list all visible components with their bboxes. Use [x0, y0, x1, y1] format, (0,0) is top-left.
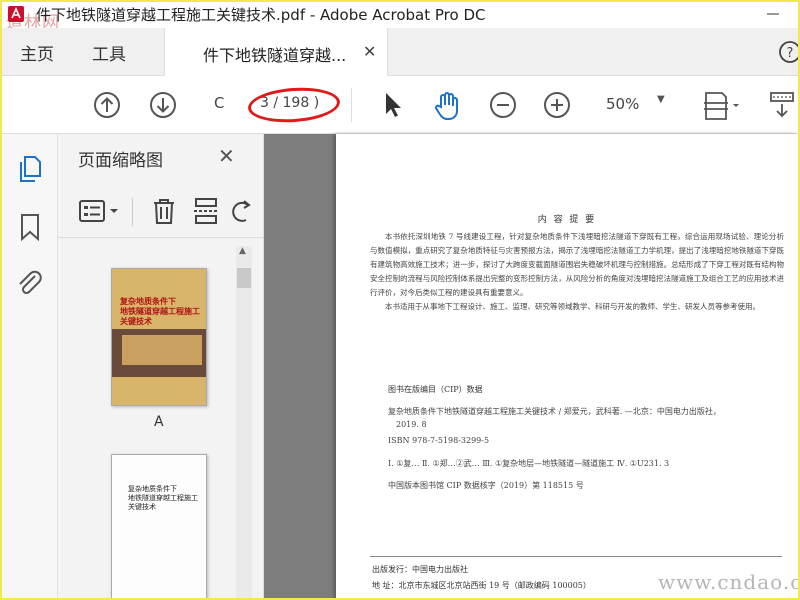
zoom-dropdown-icon[interactable]: ▼: [657, 94, 665, 105]
scrollbar-thumb[interactable]: [237, 268, 251, 288]
thumbnail-scrollbar[interactable]: [236, 246, 252, 598]
delete-icon[interactable]: [150, 196, 178, 226]
document-page[interactable]: 内 容 提 要 本书依托深圳地铁 7 号线建设工程，针对复杂地质条件下浅埋暗挖法…: [336, 134, 798, 598]
zoom-in-icon[interactable]: [542, 90, 572, 120]
app-window: 道林网 件下地铁隧道穿越工程施工关键技术.pdf - Adobe Acrobat…: [0, 0, 800, 600]
toolbar-divider: [351, 88, 352, 122]
select-cursor-icon[interactable]: [380, 90, 406, 120]
publisher-line: 地 址：北京市东城区北京站西街 19 号（邮政编码 100005）: [372, 581, 591, 590]
page-prefix-text: C: [214, 94, 225, 112]
summary-paragraph: 本书依托深圳地铁 7 号线建设工程，针对复杂地质条件下浅埋暗挖法隧道下穿既有工程…: [370, 232, 784, 297]
previous-page-icon[interactable]: [92, 90, 122, 120]
hand-tool-icon[interactable]: [432, 90, 462, 122]
tab-close-icon[interactable]: ✕: [363, 42, 376, 61]
publisher-divider: [370, 556, 782, 557]
audience-paragraph: 本书适用于从事地下工程设计、施工、监理、研究等领域教学、科研与开发的教师、学生、…: [385, 302, 760, 311]
site-watermark-bottom: www.cndao.com: [658, 570, 798, 594]
rotate-icon[interactable]: [232, 196, 254, 226]
bookmark-icon[interactable]: [18, 212, 42, 242]
thumbnail-page-label: A: [154, 414, 164, 430]
zoom-level[interactable]: 50%: [606, 95, 639, 113]
scroll-mode-icon[interactable]: [768, 90, 798, 122]
thumbnail-options-icon[interactable]: [78, 198, 124, 226]
svg-text:?: ?: [787, 46, 794, 61]
page-thumbnails-icon[interactable]: [16, 154, 44, 184]
fit-page-icon[interactable]: [702, 90, 742, 122]
panel-toolbar-divider: [132, 198, 133, 226]
cip-line: Ⅰ. ①复… Ⅱ. ①郑…②武… Ⅲ. ①复杂地层—地铁隧道—隧道施工 Ⅳ. ①…: [388, 459, 670, 468]
tab-tools[interactable]: 工具: [92, 40, 126, 65]
zoom-out-icon[interactable]: [488, 90, 518, 120]
summary-heading: 内 容 提 要: [537, 215, 597, 225]
cip-line: 复杂地质条件下地铁隧道穿越工程施工关键技术 / 郑爱元，武科著. —北京：中国电…: [388, 407, 721, 416]
cover-image-tunnel: [122, 335, 202, 365]
acrobat-app-icon: [8, 6, 24, 22]
toolbar: C 3 / 198 ) 50% ▼: [2, 76, 798, 134]
next-page-icon[interactable]: [148, 90, 178, 120]
cip-line: 中国版本图书馆 CIP 数据核字（2019）第 118515 号: [388, 481, 584, 490]
cip-line: 2019. 8: [396, 420, 427, 429]
page-thumbnail-title-page[interactable]: 复杂地质条件下 地铁隧道穿越工程施工 关键技术: [111, 454, 207, 598]
panel-title: 页面缩略图: [78, 151, 163, 171]
window-title: 件下地铁隧道穿越工程施工关键技术.pdf - Adobe Acrobat Pro…: [36, 6, 486, 24]
title-bar: 道林网 件下地铁隧道穿越工程施工关键技术.pdf - Adobe Acrobat…: [2, 2, 798, 33]
panel-close-icon[interactable]: ✕: [218, 144, 235, 168]
thumbnail-title-page-text: 复杂地质条件下 地铁隧道穿越工程施工 关键技术: [128, 485, 198, 511]
scroll-up-icon[interactable]: ▲: [239, 246, 246, 256]
navigation-rail: [2, 134, 58, 598]
thumbnail-panel: 页面缩略图 ✕ ▲ 复杂地质条件下 地铁隧道穿越工程施工 关键技术 A 复杂地质…: [58, 134, 264, 598]
minimize-icon[interactable]: [758, 4, 788, 24]
cip-line: ISBN 978-7-5198-3299-5: [388, 436, 490, 445]
page-thumbnail-cover[interactable]: 复杂地质条件下 地铁隧道穿越工程施工 关键技术: [111, 268, 207, 406]
insert-pages-icon[interactable]: [192, 196, 220, 226]
tab-home[interactable]: 主页: [20, 40, 54, 65]
attachment-icon[interactable]: [14, 266, 44, 298]
red-annotation-oval: [246, 84, 342, 126]
tab-bar: 主页 工具 件下地铁隧道穿越... ✕ ?: [2, 28, 798, 76]
help-icon[interactable]: ?: [778, 40, 800, 64]
thumbnail-cover-title: 复杂地质条件下 地铁隧道穿越工程施工 关键技术: [120, 297, 200, 326]
publisher-line: 出版发行：中国电力出版社: [372, 565, 468, 574]
tab-document-label: 件下地铁隧道穿越...: [203, 46, 347, 65]
tab-document[interactable]: 件下地铁隧道穿越... ✕: [164, 28, 388, 76]
panel-toolbar: [58, 184, 264, 238]
cip-title: 图书在版编目（CIP）数据: [388, 385, 483, 394]
